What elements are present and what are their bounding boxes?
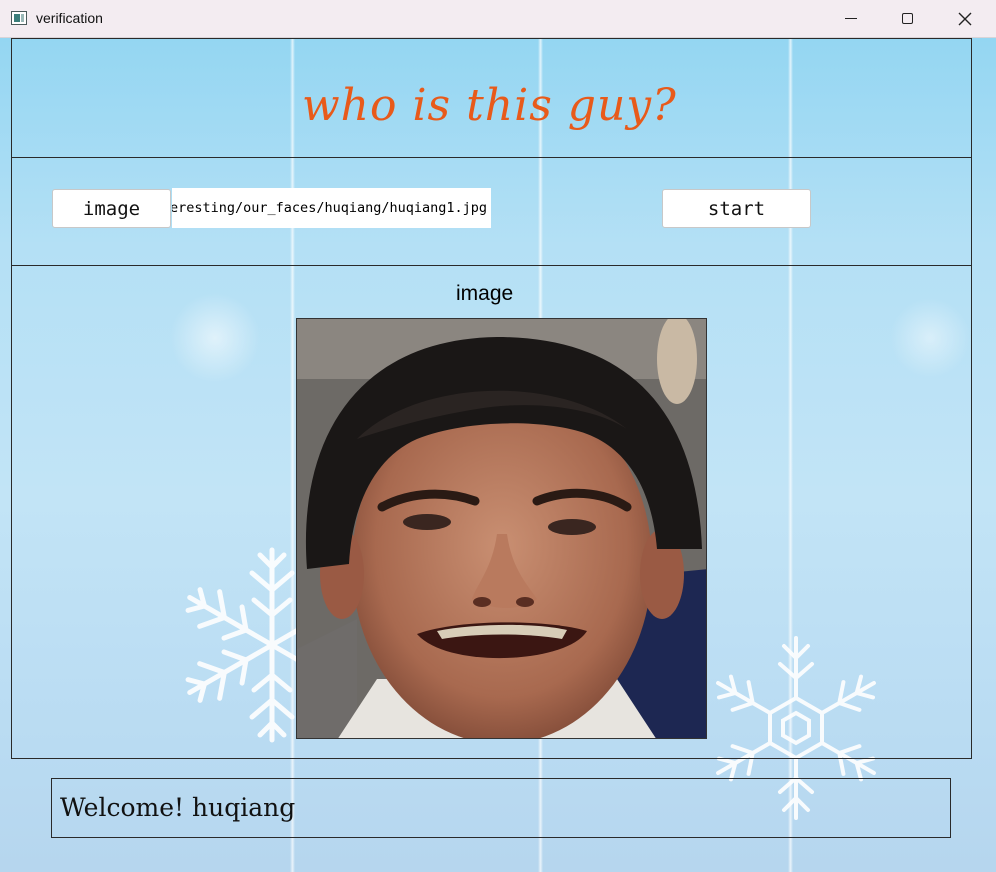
image-button[interactable]: image	[52, 189, 171, 228]
image-preview-label: image	[456, 282, 514, 305]
image-path-field[interactable]: teresting/our_faces/huqiang/huqiang1.jpg	[172, 188, 491, 228]
start-button[interactable]: start	[662, 189, 811, 228]
page-title: who is this guy?	[302, 80, 677, 131]
close-icon	[958, 12, 972, 25]
result-message: Welcome! huqiang	[51, 778, 951, 838]
app-window-icon	[11, 11, 27, 25]
title-bar: verification	[0, 0, 996, 38]
face-image	[296, 318, 707, 739]
window-title: verification	[36, 10, 103, 26]
maximize-button[interactable]	[878, 0, 936, 37]
maximize-icon	[901, 13, 913, 24]
minimize-button[interactable]	[822, 0, 880, 37]
minimize-icon	[845, 18, 857, 19]
close-button[interactable]	[936, 0, 994, 37]
